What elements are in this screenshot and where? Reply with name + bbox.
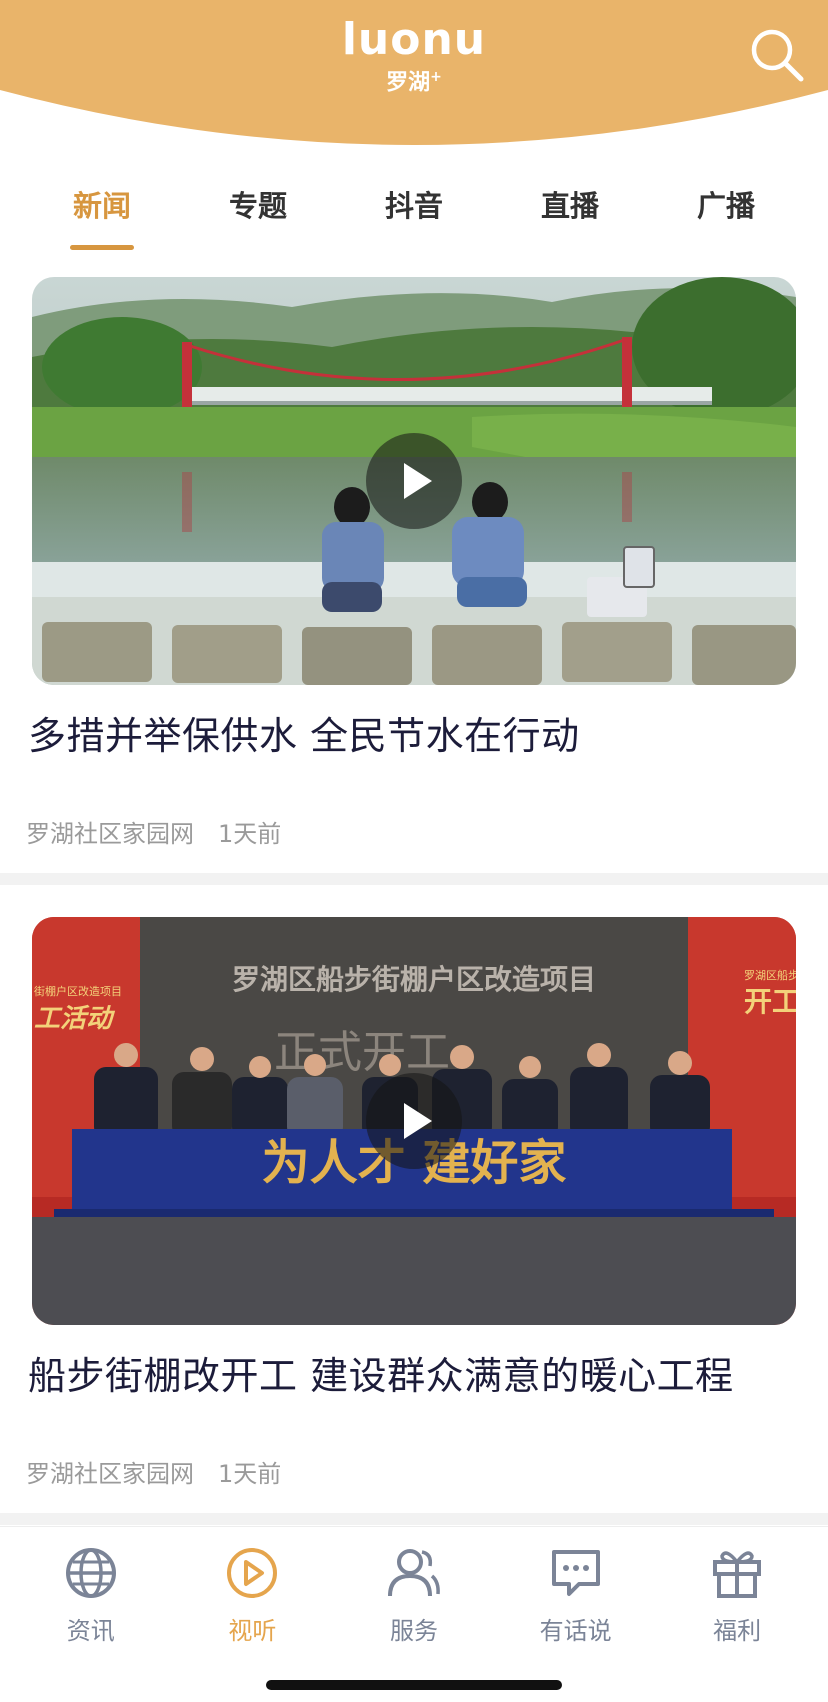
video-thumbnail[interactable]: 罗湖区船步街棚户区改造项目 正式开工 街棚户区改造项目 工活动 罗湖区船步 开工 bbox=[32, 917, 796, 1325]
tab-label: 专题 bbox=[228, 189, 287, 223]
nav-news[interactable]: 资讯 bbox=[26, 1541, 156, 1646]
news-card[interactable]: 多措并举保供水 全民节水在行动 罗湖社区家园网 1天前 bbox=[0, 277, 828, 877]
card-divider bbox=[0, 873, 828, 885]
nav-label: 视听 bbox=[228, 1617, 277, 1645]
app-header: luonu 罗湖+ bbox=[0, 0, 828, 170]
tab-label: 直播 bbox=[540, 189, 599, 223]
nav-label: 资讯 bbox=[66, 1617, 115, 1645]
nav-label: 服务 bbox=[389, 1617, 438, 1645]
search-button[interactable] bbox=[748, 26, 806, 84]
category-tabs: 新闻 专题 抖音 直播 广播 bbox=[0, 178, 828, 258]
nav-video[interactable]: 视听 bbox=[187, 1541, 317, 1646]
video-thumbnail[interactable] bbox=[32, 277, 796, 685]
card-divider bbox=[0, 1513, 828, 1525]
article-source: 罗湖社区家园网 bbox=[26, 820, 194, 848]
nav-feedback[interactable]: 有话说 bbox=[511, 1541, 641, 1646]
nav-label: 福利 bbox=[713, 1617, 762, 1645]
article-title[interactable]: 船步街棚改开工 建设群众满意的暖心工程 bbox=[28, 1350, 808, 1402]
globe-icon bbox=[65, 1548, 116, 1598]
left-banner-small: 街棚户区改造项目 bbox=[34, 984, 122, 998]
article-time: 1天前 bbox=[218, 1460, 282, 1488]
article-title[interactable]: 多措并举保供水 全民节水在行动 bbox=[28, 710, 808, 762]
home-indicator[interactable] bbox=[266, 1680, 562, 1690]
nav-benefits[interactable]: 福利 bbox=[672, 1541, 802, 1646]
tab-topics[interactable]: 专题 bbox=[198, 178, 318, 258]
app-logo: luonu 罗湖+ bbox=[0, 14, 828, 96]
logo-subtitle: 罗湖 bbox=[386, 70, 431, 96]
tab-label: 新闻 bbox=[72, 189, 131, 223]
chat-icon bbox=[551, 1550, 600, 1596]
tab-live[interactable]: 直播 bbox=[510, 178, 630, 258]
tab-radio[interactable]: 广播 bbox=[666, 178, 786, 258]
gift-icon bbox=[713, 1551, 762, 1598]
nav-label: 有话说 bbox=[539, 1617, 612, 1645]
play-button[interactable] bbox=[366, 1073, 462, 1169]
news-card[interactable]: 罗湖区船步街棚户区改造项目 正式开工 街棚户区改造项目 工活动 罗湖区船步 开工 bbox=[0, 917, 828, 1517]
play-icon bbox=[404, 463, 432, 499]
users-icon bbox=[387, 1549, 440, 1597]
backdrop-title: 罗湖区船步街棚户区改造项目 bbox=[232, 963, 596, 996]
backdrop-subtitle: 正式开工 bbox=[274, 1027, 450, 1078]
play-icon bbox=[404, 1103, 432, 1139]
bottom-navigation: 资讯 视听 服务 有话说 福利 bbox=[0, 1526, 828, 1702]
tab-label: 抖音 bbox=[384, 189, 443, 223]
tab-news[interactable]: 新闻 bbox=[42, 178, 162, 258]
article-time: 1天前 bbox=[218, 820, 282, 848]
article-meta: 罗湖社区家园网 1天前 bbox=[26, 1459, 281, 1489]
right-banner-big: 开工 bbox=[744, 985, 796, 1018]
play-button[interactable] bbox=[366, 433, 462, 529]
logo-mark: luonu bbox=[341, 14, 487, 65]
active-tab-indicator bbox=[70, 245, 134, 250]
logo-plus: + bbox=[430, 69, 442, 85]
tab-douyin[interactable]: 抖音 bbox=[354, 178, 474, 258]
tab-label: 广播 bbox=[696, 189, 755, 223]
article-meta: 罗湖社区家园网 1天前 bbox=[26, 819, 281, 849]
search-icon bbox=[751, 29, 804, 82]
nav-services[interactable]: 服务 bbox=[349, 1541, 479, 1646]
play-circle-icon bbox=[227, 1548, 278, 1598]
article-source: 罗湖社区家园网 bbox=[26, 1460, 194, 1488]
right-banner-small: 罗湖区船步 bbox=[744, 968, 796, 982]
left-banner-big: 工活动 bbox=[34, 1004, 116, 1034]
